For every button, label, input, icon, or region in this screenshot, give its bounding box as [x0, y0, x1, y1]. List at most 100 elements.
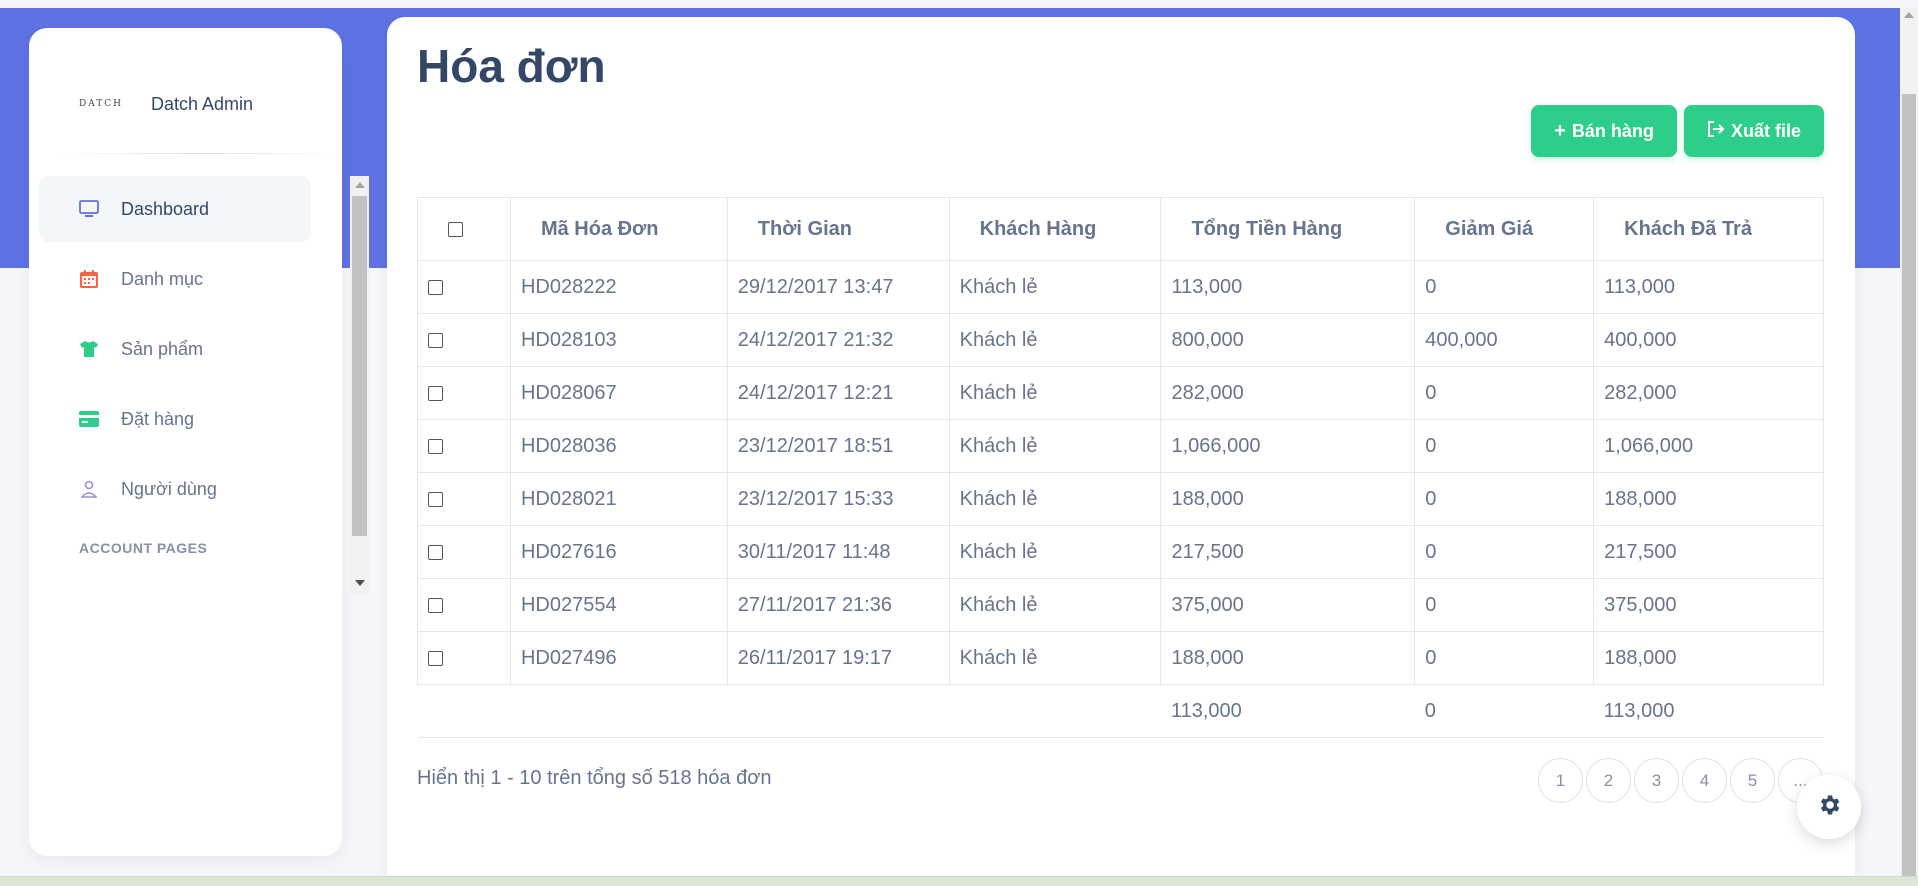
select-all-cell [417, 197, 511, 261]
table-cell: 24/12/2017 21:32 [726, 313, 950, 367]
table-row[interactable]: HD028222 29/12/2017 13:47 Khách lẻ 113,0… [417, 260, 1824, 314]
table-cell: 23/12/2017 18:51 [726, 419, 950, 473]
table-cell: 282,000 [1160, 366, 1416, 420]
export-button-label: Xuất file [1730, 120, 1801, 141]
scroll-down-icon[interactable] [355, 580, 365, 586]
table-row[interactable]: HD027496 26/11/2017 19:17 Khách lẻ 188,0… [417, 631, 1824, 685]
page-button[interactable]: 5 [1730, 758, 1775, 803]
table-cell: 1,066,000 [1593, 419, 1824, 473]
table-cell: 375,000 [1593, 578, 1824, 632]
settings-button[interactable] [1797, 775, 1861, 839]
row-select-cell [417, 578, 511, 632]
table-cell: 0 [1414, 578, 1595, 632]
empty-cell [417, 684, 511, 738]
table-cell: HD027616 [509, 525, 728, 579]
table-row[interactable]: HD028021 23/12/2017 15:33 Khách lẻ 188,0… [417, 472, 1824, 526]
tshirt-icon [77, 337, 101, 361]
column-header[interactable]: Thời Gian [726, 197, 950, 261]
sidebar-scroll-thumb[interactable] [352, 196, 367, 536]
row-checkbox[interactable] [428, 597, 443, 613]
table-cell: 0 [1414, 472, 1595, 526]
row-checkbox[interactable] [428, 491, 443, 507]
row-checkbox[interactable] [428, 438, 443, 454]
table-cell: HD028036 [509, 419, 728, 473]
column-header[interactable]: Tổng Tiền Hàng [1160, 197, 1416, 261]
row-checkbox[interactable] [428, 544, 443, 560]
table-cell: 217,500 [1593, 525, 1824, 579]
row-select-cell [417, 260, 511, 314]
table-cell: 30/11/2017 11:48 [726, 525, 950, 579]
export-button[interactable]: Xuất file [1684, 105, 1824, 157]
empty-cell [510, 684, 728, 738]
sidebar-item-users[interactable]: Người dùng [39, 456, 339, 522]
select-all-checkbox[interactable] [448, 221, 463, 237]
table-cell: 217,500 [1160, 525, 1416, 579]
table-row[interactable]: HD027554 27/11/2017 21:36 Khách lẻ 375,0… [417, 578, 1824, 632]
column-header[interactable]: Khách Đã Trả [1593, 197, 1824, 261]
page-button[interactable]: 2 [1586, 758, 1631, 803]
sidebar-nav: Dashboard Danh mục Sản phẩm Đặt hàng Ngư… [39, 176, 339, 556]
table-cell: 27/11/2017 21:36 [726, 578, 950, 632]
table-cell: 1,066,000 [1160, 419, 1416, 473]
sidebar-item-label: Người dùng [121, 478, 217, 499]
row-checkbox[interactable] [428, 650, 443, 666]
row-select-cell [417, 631, 511, 685]
column-header[interactable]: Giảm Giá [1414, 197, 1595, 261]
row-checkbox[interactable] [428, 279, 443, 295]
table-cell: 282,000 [1593, 366, 1824, 420]
table-cell: 24/12/2017 12:21 [726, 366, 950, 420]
sidebar-item-categories[interactable]: Danh mục [39, 246, 339, 312]
invoice-table: Mã Hóa Đơn Thời Gian Khách Hàng Tổng Tiề… [417, 197, 1824, 738]
table-cell: 26/11/2017 19:17 [726, 631, 950, 685]
table-cell: 188,000 [1160, 631, 1416, 685]
sidebar-scrollbar[interactable] [350, 176, 369, 594]
table-cell: HD028103 [509, 313, 728, 367]
sidebar-item-products[interactable]: Sản phẩm [39, 316, 339, 382]
page-button[interactable]: 3 [1634, 758, 1679, 803]
sell-button[interactable]: + Bán hàng [1531, 105, 1677, 157]
table-row[interactable]: HD027616 30/11/2017 11:48 Khách lẻ 217,5… [417, 525, 1824, 579]
table-cell: Khách lẻ [948, 260, 1162, 314]
empty-cell [949, 684, 1161, 738]
table-cell: 0 [1414, 260, 1595, 314]
table-cell: 188,000 [1160, 472, 1416, 526]
table-cell: 0 [1414, 631, 1595, 685]
table-cell: HD027554 [509, 578, 728, 632]
table-cell: HD028222 [509, 260, 728, 314]
scroll-up-icon[interactable] [355, 182, 365, 188]
sidebar-item-label: Đặt hàng [121, 408, 195, 429]
sidebar-item-dashboard[interactable]: Dashboard [39, 176, 311, 242]
bottom-strip [0, 876, 1918, 886]
table-cell: 188,000 [1593, 631, 1824, 685]
row-checkbox[interactable] [428, 332, 443, 348]
page-button[interactable]: 1 [1538, 758, 1583, 803]
monitor-icon [77, 197, 101, 221]
row-select-cell [417, 366, 511, 420]
gear-icon [1816, 792, 1842, 823]
brand-name: Datch Admin [151, 93, 254, 114]
brand[interactable]: DATCH Datch Admin [79, 84, 253, 124]
sidebar-divider [59, 153, 345, 154]
row-select-cell [417, 472, 511, 526]
table-cell: Khách lẻ [948, 525, 1162, 579]
brand-logo: DATCH [79, 99, 123, 109]
row-checkbox[interactable] [428, 385, 443, 401]
table-cell: 29/12/2017 13:47 [726, 260, 950, 314]
window-scroll-thumb[interactable] [1902, 94, 1916, 876]
credit-card-icon [77, 407, 101, 431]
total-discount: 0 [1414, 684, 1594, 738]
table-row[interactable]: HD028067 24/12/2017 12:21 Khách lẻ 282,0… [417, 366, 1824, 420]
table-row[interactable]: HD028103 24/12/2017 21:32 Khách lẻ 800,0… [417, 313, 1824, 367]
table-cell: 0 [1414, 366, 1595, 420]
section-heading: ACCOUNT PAGES [79, 540, 208, 556]
table-cell: Khách lẻ [948, 313, 1162, 367]
scroll-up-icon[interactable] [1904, 12, 1914, 18]
sidebar-item-orders[interactable]: Đặt hàng [39, 386, 339, 452]
column-header[interactable]: Khách Hàng [948, 197, 1162, 261]
plus-icon: + [1554, 119, 1566, 142]
column-header[interactable]: Mã Hóa Đơn [509, 197, 728, 261]
empty-cell [727, 684, 950, 738]
window-scrollbar[interactable] [1900, 8, 1918, 876]
table-row[interactable]: HD028036 23/12/2017 18:51 Khách lẻ 1,066… [417, 419, 1824, 473]
page-button[interactable]: 4 [1682, 758, 1727, 803]
